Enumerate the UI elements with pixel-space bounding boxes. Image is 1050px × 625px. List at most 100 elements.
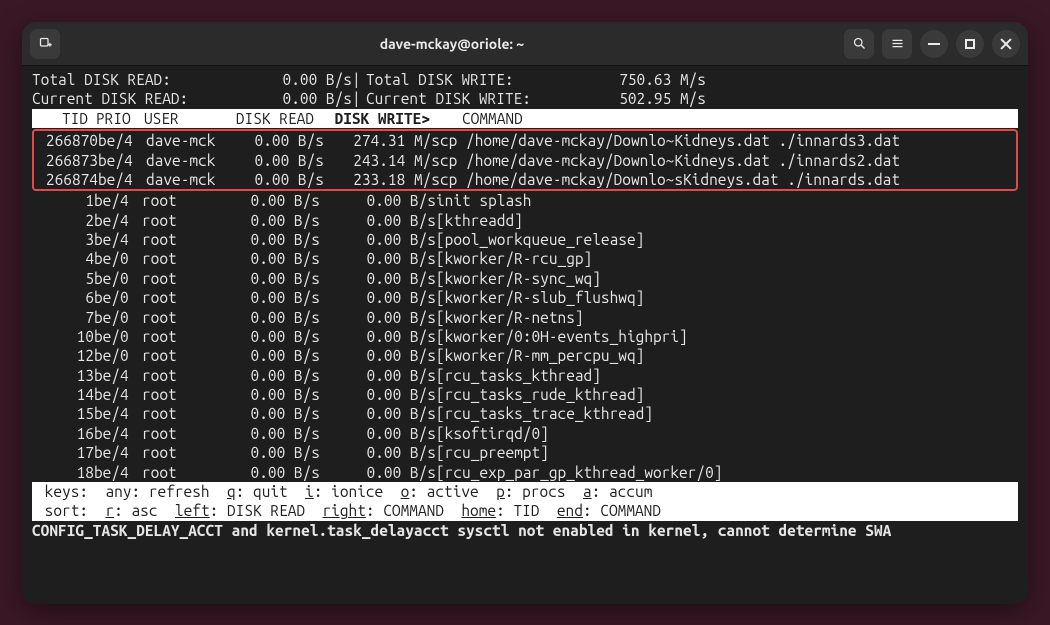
process-header: TID PRIO USER DISK READ DISK WRITE> COMM…: [32, 109, 1018, 128]
summary-sep-1: |: [352, 70, 366, 89]
cell-prio: be/0: [94, 327, 142, 346]
cell-disk-write: 0.00 B/s: [320, 346, 436, 365]
terminal-content[interactable]: Total DISK READ: 0.00 B/s | Total DISK W…: [22, 66, 1028, 604]
cell-prio: be/4: [94, 191, 142, 210]
close-button[interactable]: [992, 30, 1020, 58]
cell-prio: be/4: [94, 211, 142, 230]
table-row: 17be/4root0.00 B/s0.00 B/s[rcu_preempt]: [32, 443, 1018, 462]
current-write-value: 502.95 M/s: [556, 89, 706, 108]
table-row: 2be/4root0.00 B/s0.00 B/s[kthreadd]: [32, 211, 1018, 230]
cell-disk-read: 0.00 B/s: [232, 170, 324, 189]
cell-command: cp /home/dave-mckay/Downlo~Kidneys.dat .…: [440, 131, 1014, 150]
cell-prio: be/4: [94, 404, 142, 423]
total-write-label: Total DISK WRITE:: [366, 70, 556, 89]
minimize-button[interactable]: [920, 30, 948, 58]
header-prio: PRIO: [96, 109, 144, 128]
cell-user: root: [142, 443, 228, 462]
cell-disk-read: 0.00 B/s: [228, 463, 320, 482]
header-command: COMMAND: [462, 109, 523, 128]
kernel-warning: CONFIG_TASK_DELAY_ACCT and kernel.task_d…: [32, 521, 1018, 540]
cell-disk-write: 0.00 B/s: [320, 404, 436, 423]
table-row: 12be/0root0.00 B/s0.00 B/s[kworker/R-mm_…: [32, 346, 1018, 365]
cell-command: [rcu_tasks_kthread]: [436, 366, 1018, 385]
table-row: 16be/4root0.00 B/s0.00 B/s[ksoftirqd/0]: [32, 424, 1018, 443]
maximize-button[interactable]: [956, 30, 984, 58]
cell-prio: be/4: [98, 170, 146, 189]
cell-disk-read: 0.00 B/s: [228, 230, 320, 249]
current-write-label: Current DISK WRITE:: [366, 89, 556, 108]
cell-tid: 17: [32, 443, 94, 462]
summary-sep-2: |: [352, 89, 366, 108]
cell-disk-write: 0.00 B/s: [320, 230, 436, 249]
table-row: 266870be/4dave-mck0.00 B/s274.31 M/scp /…: [36, 131, 1014, 150]
cell-prio: be/4: [94, 463, 142, 482]
cell-tid: 3: [32, 230, 94, 249]
cell-command: cp /home/dave-mckay/Downlo~Kidneys.dat .…: [440, 151, 1014, 170]
cell-disk-read: 0.00 B/s: [232, 151, 324, 170]
table-row: 7be/0root0.00 B/s0.00 B/s[kworker/R-netn…: [32, 308, 1018, 327]
cell-user: root: [142, 404, 228, 423]
table-row: 6be/0root0.00 B/s0.00 B/s[kworker/R-slub…: [32, 288, 1018, 307]
cell-prio: be/0: [94, 346, 142, 365]
cell-disk-read: 0.00 B/s: [228, 424, 320, 443]
cell-user: root: [142, 346, 228, 365]
cell-prio: be/4: [98, 131, 146, 150]
cell-prio: be/0: [94, 288, 142, 307]
cell-disk-write: 0.00 B/s: [320, 366, 436, 385]
cell-tid: 4: [32, 249, 94, 268]
cell-command: [kworker/0:0H-events_highpri]: [436, 327, 1018, 346]
cell-tid: 266873: [36, 151, 98, 170]
cell-user: root: [142, 211, 228, 230]
table-row: 266873be/4dave-mck0.00 B/s243.14 M/scp /…: [36, 151, 1014, 170]
process-table: 1be/4root0.00 B/s0.00 B/sinit splash2be/…: [32, 191, 1018, 482]
search-button[interactable]: [844, 29, 874, 59]
cell-tid: 10: [32, 327, 94, 346]
cell-disk-read: 0.00 B/s: [228, 308, 320, 327]
cell-user: root: [142, 288, 228, 307]
cell-tid: 13: [32, 366, 94, 385]
cell-disk-write: 233.18 M/s: [324, 170, 440, 189]
table-row: 15be/4root0.00 B/s0.00 B/s[rcu_tasks_tra…: [32, 404, 1018, 423]
cell-command: [kworker/R-rcu_gp]: [436, 249, 1018, 268]
cell-tid: 6: [32, 288, 94, 307]
cell-disk-read: 0.00 B/s: [228, 346, 320, 365]
table-row: 3be/4root0.00 B/s0.00 B/s[pool_workqueue…: [32, 230, 1018, 249]
cell-command: [kthreadd]: [436, 211, 1018, 230]
cell-user: dave-mck: [146, 151, 232, 170]
menu-button[interactable]: [882, 29, 912, 59]
total-read-value: 0.00 B/s: [212, 70, 352, 89]
cell-disk-write: 0.00 B/s: [320, 424, 436, 443]
io-summary: Total DISK READ: 0.00 B/s | Total DISK W…: [32, 70, 706, 109]
footer-sort: sort: r: asc left: DISK READ right: COMM…: [32, 501, 1018, 520]
cell-user: root: [142, 191, 228, 210]
cell-user: root: [142, 463, 228, 482]
hamburger-icon: [890, 36, 905, 51]
cell-disk-write: 0.00 B/s: [320, 288, 436, 307]
cell-command: [kworker/R-netns]: [436, 308, 1018, 327]
cell-disk-read: 0.00 B/s: [228, 191, 320, 210]
cell-disk-write: 0.00 B/s: [320, 385, 436, 404]
cell-tid: 266870: [36, 131, 98, 150]
cell-disk-read: 0.00 B/s: [228, 327, 320, 346]
cell-disk-write: 0.00 B/s: [320, 249, 436, 268]
cell-prio: be/4: [94, 385, 142, 404]
cell-disk-read: 0.00 B/s: [228, 385, 320, 404]
cell-tid: 2: [32, 211, 94, 230]
cell-user: root: [142, 366, 228, 385]
cell-disk-read: 0.00 B/s: [228, 443, 320, 462]
new-tab-icon: [38, 36, 53, 51]
cell-disk-write: 0.00 B/s: [320, 211, 436, 230]
cell-user: root: [142, 230, 228, 249]
cell-tid: 7: [32, 308, 94, 327]
header-user: USER: [144, 109, 230, 128]
cell-command: init splash: [436, 191, 1018, 210]
cell-user: root: [142, 269, 228, 288]
table-row: 14be/4root0.00 B/s0.00 B/s[rcu_tasks_rud…: [32, 385, 1018, 404]
maximize-icon: [965, 39, 975, 49]
table-row: 5be/0root0.00 B/s0.00 B/s[kworker/R-sync…: [32, 269, 1018, 288]
cell-command: [rcu_tasks_trace_kthread]: [436, 404, 1018, 423]
cell-user: root: [142, 424, 228, 443]
table-row: 18be/4root0.00 B/s0.00 B/s[rcu_exp_par_g…: [32, 463, 1018, 482]
new-tab-button[interactable]: [30, 29, 60, 59]
terminal-window: dave-mckay@oriole: ~ Total DISK R: [22, 22, 1028, 604]
